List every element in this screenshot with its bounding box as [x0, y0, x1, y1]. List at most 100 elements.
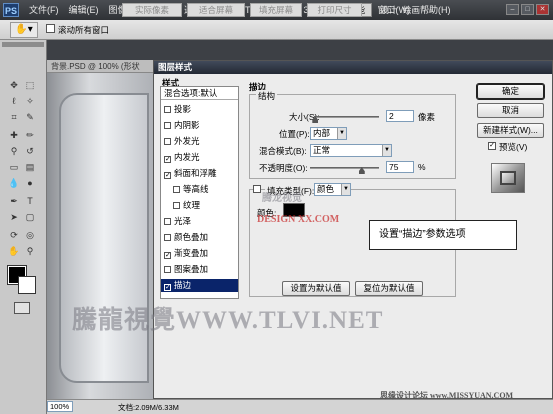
reset-default-button[interactable]: 复位为默认值: [355, 281, 423, 296]
clone-stamp-tool-icon[interactable]: ⚲: [8, 146, 20, 157]
opacity-input[interactable]: 75: [386, 161, 414, 173]
actual-pixels-button[interactable]: 实际像素: [122, 3, 182, 17]
style-item[interactable]: 纹理: [161, 199, 238, 212]
hand-tool-icon[interactable]: ✋: [8, 246, 20, 257]
zoom-level-field[interactable]: 100%: [47, 401, 73, 412]
brush-tool-icon[interactable]: ✏: [24, 130, 36, 141]
cancel-button[interactable]: 取消: [477, 103, 544, 118]
checkbox-unchecked-icon[interactable]: [164, 106, 171, 113]
path-selection-tool-icon[interactable]: ➤: [8, 212, 20, 223]
checkbox-unchecked-icon[interactable]: [164, 266, 171, 273]
fill-screen-button[interactable]: 填充屏幕: [250, 3, 302, 17]
opacity-label: 不透明度(O):: [259, 163, 308, 173]
fill-type-checkbox[interactable]: [253, 185, 261, 193]
crop-tool-icon[interactable]: ⌗: [8, 112, 20, 123]
hand-tool-preset-icon[interactable]: ✋▾: [10, 22, 38, 38]
checkbox-unchecked-icon[interactable]: [173, 186, 180, 193]
print-size-button[interactable]: 打印尺寸: [307, 3, 362, 17]
move-tool-icon[interactable]: ✥: [8, 80, 20, 91]
ok-button[interactable]: 确定: [476, 83, 545, 100]
size-input[interactable]: 2: [386, 110, 414, 122]
watermark-mid-bottom: DESIGN XX.COM: [257, 214, 340, 225]
blend-mode-select[interactable]: 正常 ▼: [310, 144, 392, 157]
menu-item[interactable]: 帮助(H): [415, 0, 456, 20]
style-item[interactable]: 光泽: [161, 215, 238, 228]
3d-camera-tool-icon[interactable]: ◎: [24, 230, 36, 241]
style-item[interactable]: 等高线: [161, 183, 238, 196]
style-item[interactable]: ✓ 渐变叠加: [161, 247, 238, 260]
blend-mode-value: 正常: [313, 145, 331, 155]
watermark-footer: 思缘设计论坛 www.MISSYUAN.COM: [380, 391, 514, 400]
position-label: 位置(P):: [279, 129, 310, 139]
fit-screen-button[interactable]: 适合屏幕: [187, 3, 245, 17]
blur-tool-icon[interactable]: 💧: [8, 178, 20, 189]
workspace-more-button[interactable]: »: [428, 3, 433, 17]
size-slider-track[interactable]: [314, 116, 379, 118]
eraser-tool-icon[interactable]: ▭: [8, 162, 20, 173]
style-item[interactable]: 混合选项:默认: [161, 87, 238, 100]
document-canvas[interactable]: [47, 73, 153, 399]
checkbox-unchecked-icon[interactable]: [164, 122, 171, 129]
style-item-label: 内发光: [174, 152, 200, 162]
watermark-main: 騰龍視覺WWW.TLVI.NET: [72, 307, 384, 334]
workspace-design-button[interactable]: 设计: [380, 3, 397, 17]
fill-type-select[interactable]: 颜色 ▼: [314, 183, 351, 196]
style-item[interactable]: 外发光: [161, 135, 238, 148]
dialog-title: 图层样式: [154, 61, 552, 74]
zoom-tool-icon[interactable]: ⚲: [24, 246, 36, 257]
eyedropper-tool-icon[interactable]: ✎: [24, 112, 36, 123]
3d-rotate-tool-icon[interactable]: ⟳: [8, 230, 20, 241]
maximize-button[interactable]: □: [521, 4, 534, 15]
style-item[interactable]: 内阴影: [161, 119, 238, 132]
blend-mode-label: 混合模式(B):: [259, 146, 307, 156]
style-item[interactable]: ✓ 描边: [161, 279, 238, 292]
workspace-painting-button[interactable]: 绘画: [403, 3, 420, 17]
marquee-tool-icon[interactable]: ⬚: [24, 80, 36, 91]
pen-tool-icon[interactable]: ✒: [8, 196, 20, 207]
new-style-button[interactable]: 新建样式(W)...: [477, 123, 544, 138]
history-brush-tool-icon[interactable]: ↺: [24, 146, 36, 157]
dodge-tool-icon[interactable]: ●: [24, 178, 36, 189]
structure-title: 结构: [256, 90, 278, 102]
position-select[interactable]: 内部 ▼: [310, 127, 347, 140]
fill-type-value: 颜色: [317, 184, 335, 194]
lasso-tool-icon[interactable]: ℓ: [8, 96, 20, 107]
minimize-button[interactable]: –: [506, 4, 519, 15]
checkbox-checked-icon[interactable]: ✓: [164, 156, 171, 163]
magic-wand-tool-icon[interactable]: ✧: [24, 96, 36, 107]
checkbox-checked-icon[interactable]: ✓: [164, 172, 171, 179]
style-item-label: 投影: [174, 104, 192, 114]
style-item[interactable]: 投影: [161, 103, 238, 116]
quick-mask-icon[interactable]: [14, 302, 30, 314]
style-item-label: 斜面和浮雕: [174, 168, 217, 178]
scroll-all-windows-checkbox[interactable]: [46, 24, 55, 33]
menu-item[interactable]: 编辑(E): [64, 0, 104, 20]
preview-square: [500, 171, 516, 185]
preview-checkbox[interactable]: ✓: [488, 142, 496, 150]
watermark-mid-top: 腾龙视觉: [262, 193, 302, 204]
checkbox-unchecked-icon[interactable]: [173, 202, 180, 209]
healing-brush-tool-icon[interactable]: ✚: [8, 130, 20, 141]
checkbox-checked-icon[interactable]: ✓: [164, 284, 171, 291]
checkbox-unchecked-icon[interactable]: [164, 138, 171, 145]
opacity-slider-track[interactable]: [310, 167, 379, 169]
shape-tool-icon[interactable]: ▢: [24, 212, 36, 223]
close-window-button[interactable]: ✕: [536, 4, 549, 15]
style-item[interactable]: ✓ 斜面和浮雕: [161, 167, 238, 180]
type-tool-icon[interactable]: T: [24, 196, 36, 207]
checkbox-unchecked-icon[interactable]: [164, 234, 171, 241]
style-item[interactable]: 颜色叠加: [161, 231, 238, 244]
checkbox-unchecked-icon[interactable]: [164, 218, 171, 225]
gradient-tool-icon[interactable]: ▤: [24, 162, 36, 173]
style-item-label: 图案叠加: [174, 264, 209, 274]
tools-panel-grip: [2, 42, 44, 47]
background-color-swatch[interactable]: [18, 276, 36, 294]
menu-item[interactable]: 文件(F): [24, 0, 64, 20]
style-item[interactable]: 图案叠加: [161, 263, 238, 276]
style-item-label: 纹理: [183, 200, 201, 210]
checkbox-checked-icon[interactable]: ✓: [164, 252, 171, 259]
set-default-button[interactable]: 设置为默认值: [282, 281, 350, 296]
style-item[interactable]: ✓ 内发光: [161, 151, 238, 164]
style-item-label: 渐变叠加: [174, 248, 209, 258]
photoshop-logo-icon: PS: [3, 3, 19, 17]
